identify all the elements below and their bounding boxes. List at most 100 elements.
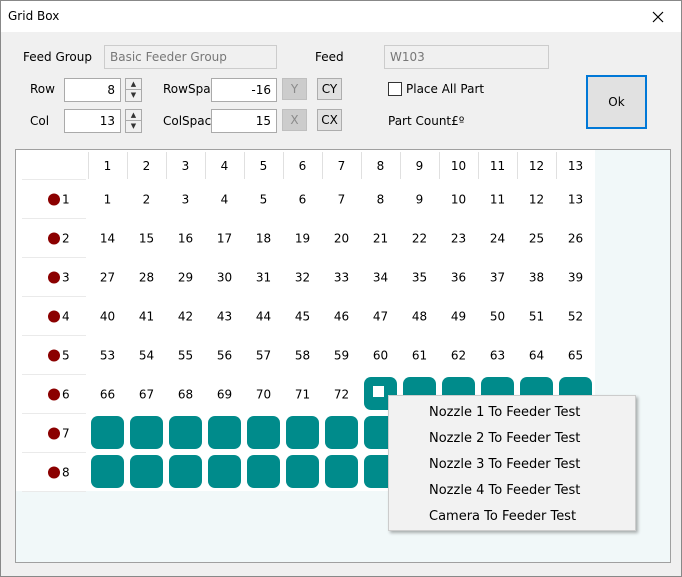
grid-cell-number[interactable]: 8	[377, 193, 385, 207]
grid-cell-number[interactable]: 49	[451, 310, 466, 324]
grid-cell-filled[interactable]	[130, 455, 163, 488]
grid-cell-number[interactable]: 18	[256, 232, 271, 246]
grid-cell-number[interactable]: 54	[139, 349, 154, 363]
grid-cell-number[interactable]: 39	[568, 271, 583, 285]
grid-cell-number[interactable]: 31	[256, 271, 271, 285]
grid-cell-number[interactable]: 11	[490, 193, 505, 207]
grid-cell-number[interactable]: 14	[100, 232, 115, 246]
cx-button[interactable]: CX	[317, 109, 342, 131]
grid-cell-number[interactable]: 27	[100, 271, 115, 285]
grid-cell-number[interactable]: 68	[178, 388, 193, 402]
grid-cell-number[interactable]: 13	[568, 193, 583, 207]
grid-cell-number[interactable]: 21	[373, 232, 388, 246]
grid-cell-number[interactable]: 29	[178, 271, 193, 285]
grid-cell-number[interactable]: 34	[373, 271, 388, 285]
grid-cell-filled[interactable]	[91, 455, 124, 488]
place-all-checkbox[interactable]	[388, 82, 402, 96]
grid-cell-number[interactable]: 28	[139, 271, 154, 285]
grid-cell-number[interactable]: 57	[256, 349, 271, 363]
menu-item-nozzle-4[interactable]: Nozzle 4 To Feeder Test	[389, 478, 635, 504]
grid-cell-number[interactable]: 10	[451, 193, 466, 207]
grid-cell-number[interactable]: 66	[100, 388, 115, 402]
row-space-input[interactable]: -16	[211, 78, 277, 102]
grid-cell-number[interactable]: 40	[100, 310, 115, 324]
grid-cell-number[interactable]: 62	[451, 349, 466, 363]
menu-item-nozzle-3[interactable]: Nozzle 3 To Feeder Test	[389, 452, 635, 478]
grid-cell-number[interactable]: 19	[295, 232, 310, 246]
grid-cell-filled[interactable]	[91, 416, 124, 449]
grid-cell-filled[interactable]	[130, 416, 163, 449]
grid-cell-number[interactable]: 12	[529, 193, 544, 207]
grid-cell-number[interactable]: 70	[256, 388, 271, 402]
grid-cell-number[interactable]: 20	[334, 232, 349, 246]
spin-up-icon[interactable]: ▲	[126, 79, 141, 90]
grid-cell-number[interactable]: 64	[529, 349, 544, 363]
grid-cell-number[interactable]: 35	[412, 271, 427, 285]
grid-cell-number[interactable]: 32	[295, 271, 310, 285]
grid-cell-number[interactable]: 2	[143, 193, 151, 207]
grid-cell-number[interactable]: 26	[568, 232, 583, 246]
grid-cell-number[interactable]: 71	[295, 388, 310, 402]
grid-cell-number[interactable]: 1	[104, 193, 112, 207]
grid-cell-number[interactable]: 53	[100, 349, 115, 363]
grid-cell-number[interactable]: 47	[373, 310, 388, 324]
grid-cell-number[interactable]: 6	[299, 193, 307, 207]
grid-cell-number[interactable]: 23	[451, 232, 466, 246]
grid-cell-number[interactable]: 16	[178, 232, 193, 246]
row-input[interactable]: 8	[64, 78, 121, 102]
grid-cell-number[interactable]: 60	[373, 349, 388, 363]
grid-cell-number[interactable]: 5	[260, 193, 268, 207]
grid-cell-number[interactable]: 44	[256, 310, 271, 324]
grid-cell-number[interactable]: 55	[178, 349, 193, 363]
grid-cell-number[interactable]: 3	[182, 193, 190, 207]
grid-cell-number[interactable]: 52	[568, 310, 583, 324]
grid-cell-number[interactable]: 7	[338, 193, 346, 207]
grid-cell-number[interactable]: 69	[217, 388, 232, 402]
grid-cell-number[interactable]: 41	[139, 310, 154, 324]
grid-cell-number[interactable]: 42	[178, 310, 193, 324]
grid-cell-number[interactable]: 33	[334, 271, 349, 285]
spin-up-icon[interactable]: ▲	[126, 110, 141, 121]
spin-down-icon[interactable]: ▼	[126, 121, 141, 132]
grid-cell-number[interactable]: 43	[217, 310, 232, 324]
grid-cell-filled[interactable]	[286, 455, 319, 488]
grid-cell-number[interactable]: 37	[490, 271, 505, 285]
x-button[interactable]: X	[282, 109, 307, 131]
grid-cell-number[interactable]: 67	[139, 388, 154, 402]
grid-cell-filled[interactable]	[208, 416, 241, 449]
grid-cell-number[interactable]: 24	[490, 232, 505, 246]
grid-cell-number[interactable]: 45	[295, 310, 310, 324]
grid-cell-filled[interactable]	[169, 455, 202, 488]
grid-cell-number[interactable]: 15	[139, 232, 154, 246]
grid-cell-number[interactable]: 72	[334, 388, 349, 402]
y-button[interactable]: Y	[282, 78, 307, 100]
grid-cell-number[interactable]: 9	[416, 193, 424, 207]
grid-cell-number[interactable]: 22	[412, 232, 427, 246]
grid-cell-filled[interactable]	[286, 416, 319, 449]
col-input[interactable]: 13	[64, 109, 121, 133]
grid-cell-number[interactable]: 50	[490, 310, 505, 324]
grid-cell-filled[interactable]	[208, 455, 241, 488]
grid-cell-number[interactable]: 51	[529, 310, 544, 324]
menu-item-nozzle-2[interactable]: Nozzle 2 To Feeder Test	[389, 426, 635, 452]
grid-cell-filled[interactable]	[169, 416, 202, 449]
grid-cell-number[interactable]: 30	[217, 271, 232, 285]
grid-cell-filled[interactable]	[247, 416, 280, 449]
grid-cell-number[interactable]: 58	[295, 349, 310, 363]
grid-cell-number[interactable]: 38	[529, 271, 544, 285]
grid-cell-filled[interactable]	[325, 455, 358, 488]
grid-cell-number[interactable]: 48	[412, 310, 427, 324]
grid-cell-number[interactable]: 65	[568, 349, 583, 363]
menu-item-nozzle-1[interactable]: Nozzle 1 To Feeder Test	[389, 400, 635, 426]
col-space-input[interactable]: 15	[211, 109, 277, 133]
ok-button[interactable]: Ok	[586, 75, 647, 129]
row-spinner[interactable]: ▲ ▼	[125, 78, 142, 102]
grid-cell-number[interactable]: 63	[490, 349, 505, 363]
menu-item-camera[interactable]: Camera To Feeder Test	[389, 504, 635, 530]
col-spinner[interactable]: ▲ ▼	[125, 109, 142, 133]
close-button[interactable]	[635, 1, 681, 32]
grid-cell-number[interactable]: 4	[221, 193, 229, 207]
grid-cell-number[interactable]: 36	[451, 271, 466, 285]
grid-cell-number[interactable]: 46	[334, 310, 349, 324]
grid-cell-number[interactable]: 17	[217, 232, 232, 246]
